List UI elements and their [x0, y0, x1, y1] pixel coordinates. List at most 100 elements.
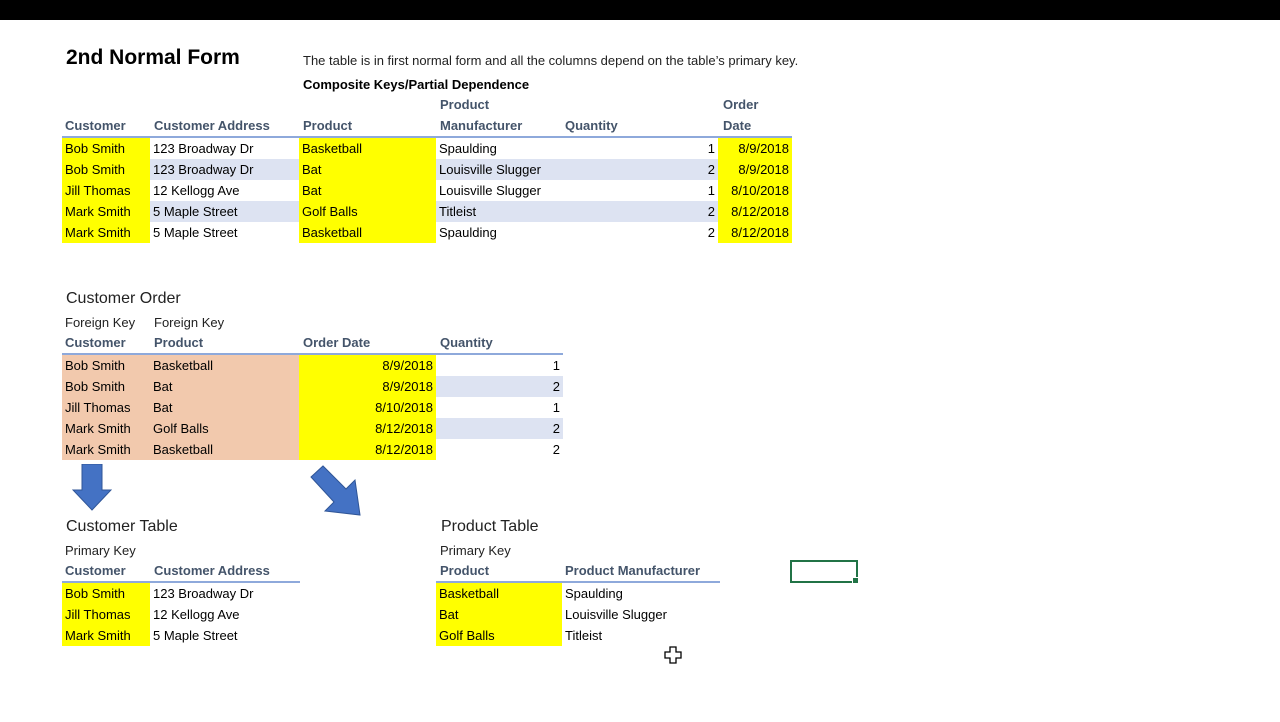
cell-manufacturer[interactable]: Louisville Slugger [562, 604, 720, 625]
header-order-date-line1: Order [723, 97, 759, 112]
cell-address[interactable]: 12 Kellogg Ave [150, 180, 299, 201]
table-row: Golf Balls Titleist [436, 625, 720, 646]
cell-quantity[interactable]: 2 [561, 201, 718, 222]
cell-product[interactable]: Golf Balls [299, 201, 436, 222]
primary-key-label-product: Primary Key [440, 543, 511, 558]
cell-customer[interactable]: Mark Smith [62, 222, 150, 243]
cell-manufacturer[interactable]: Titleist [436, 201, 561, 222]
co-header-quantity: Quantity [440, 335, 493, 350]
cell-customer[interactable]: Jill Thomas [62, 180, 150, 201]
pt-header-product: Product [440, 563, 490, 578]
ct-header-customer: Customer [65, 563, 126, 578]
table-row: Mark Smith 5 Maple Street Golf Balls Tit… [62, 201, 792, 222]
cell-product[interactable]: Bat [299, 180, 436, 201]
cell-manufacturer[interactable]: Spaulding [562, 583, 720, 604]
cell-product[interactable]: Bat [436, 604, 562, 625]
cell-manufacturer[interactable]: Louisville Slugger [436, 180, 561, 201]
foreign-key-label-customer: Foreign Key [65, 315, 136, 330]
cell-address[interactable]: 5 Maple Street [150, 222, 299, 243]
co-header-order-date: Order Date [303, 335, 371, 350]
cell-order-date[interactable]: 8/12/2018 [299, 439, 436, 460]
cell-quantity[interactable]: 2 [561, 159, 718, 180]
cell-product[interactable]: Basketball [299, 222, 436, 243]
subtitle: Composite Keys/Partial Dependence [303, 77, 530, 92]
cell-date[interactable]: 8/9/2018 [718, 159, 792, 180]
page-title: 2nd Normal Form [66, 46, 240, 69]
cell-customer[interactable]: Bob Smith [62, 159, 150, 180]
header-quantity: Quantity [565, 118, 618, 133]
cell-quantity[interactable]: 2 [561, 222, 718, 243]
cell-address[interactable]: 123 Broadway Dr [150, 138, 299, 159]
table-row: Bob Smith Bat 8/9/2018 2 [62, 376, 563, 397]
cell-manufacturer[interactable]: Spaulding [436, 222, 561, 243]
top-bar [0, 0, 1280, 20]
table-row: Jill Thomas 12 Kellogg Ave Bat Louisvill… [62, 180, 792, 201]
cell-manufacturer[interactable]: Titleist [562, 625, 720, 646]
table-row: Mark Smith 5 Maple Street Basketball Spa… [62, 222, 792, 243]
customer-table-title: Customer Table [66, 518, 178, 535]
pt-header-manufacturer: Product Manufacturer [565, 563, 701, 578]
product-table-title: Product Table [441, 518, 539, 535]
cell-order-date[interactable]: 8/12/2018 [299, 418, 436, 439]
cell-quantity[interactable]: 2 [436, 376, 563, 397]
cell-customer[interactable]: Mark Smith [62, 418, 150, 439]
cell-product[interactable]: Golf Balls [436, 625, 562, 646]
table-row: Jill Thomas Bat 8/10/2018 1 [62, 397, 563, 418]
header-product-manufacturer-line2: Manufacturer [440, 118, 523, 133]
header-customer: Customer [65, 118, 126, 133]
cell-order-date[interactable]: 8/9/2018 [299, 355, 436, 376]
cell-product[interactable]: Bat [299, 159, 436, 180]
cell-customer[interactable]: Jill Thomas [62, 397, 150, 418]
cell-manufacturer[interactable]: Louisville Slugger [436, 159, 561, 180]
header-customer-address: Customer Address [154, 118, 270, 133]
cell-address[interactable]: 12 Kellogg Ave [150, 604, 300, 625]
cell-address[interactable]: 5 Maple Street [150, 625, 300, 646]
cell-customer[interactable]: Jill Thomas [62, 604, 150, 625]
primary-key-label-customer: Primary Key [65, 543, 136, 558]
table-row: Mark Smith Golf Balls 8/12/2018 2 [62, 418, 563, 439]
cell-customer[interactable]: Bob Smith [62, 376, 150, 397]
cell-address[interactable]: 123 Broadway Dr [150, 159, 299, 180]
cell-product[interactable]: Basketball [150, 439, 299, 460]
cell-customer[interactable]: Mark Smith [62, 201, 150, 222]
table-row: Bob Smith Basketball 8/9/2018 1 [62, 355, 563, 376]
cell-manufacturer[interactable]: Spaulding [436, 138, 561, 159]
table-row: Bob Smith 123 Broadway Dr Basketball Spa… [62, 138, 792, 159]
cell-quantity[interactable]: 1 [436, 355, 563, 376]
fill-handle[interactable] [852, 577, 859, 584]
cell-product[interactable]: Basketball [299, 138, 436, 159]
foreign-key-label-product: Foreign Key [154, 315, 225, 330]
selected-cell[interactable] [790, 560, 859, 584]
cell-order-date[interactable]: 8/10/2018 [299, 397, 436, 418]
cell-date[interactable]: 8/9/2018 [718, 138, 792, 159]
table-row: Bob Smith 123 Broadway Dr Bat Louisville… [62, 159, 792, 180]
cell-quantity[interactable]: 1 [561, 138, 718, 159]
co-header-customer: Customer [65, 335, 126, 350]
table-row: Bob Smith 123 Broadway Dr [62, 583, 300, 604]
cell-date[interactable]: 8/10/2018 [718, 180, 792, 201]
co-header-product: Product [154, 335, 204, 350]
cell-quantity[interactable]: 1 [561, 180, 718, 201]
customer-order-title: Customer Order [66, 290, 181, 307]
cell-product[interactable]: Bat [150, 376, 299, 397]
cell-date[interactable]: 8/12/2018 [718, 201, 792, 222]
cell-order-date[interactable]: 8/9/2018 [299, 376, 436, 397]
cell-address[interactable]: 5 Maple Street [150, 201, 299, 222]
cell-customer[interactable]: Bob Smith [62, 138, 150, 159]
cell-product[interactable]: Golf Balls [150, 418, 299, 439]
cell-address[interactable]: 123 Broadway Dr [150, 583, 300, 604]
cell-customer[interactable]: Mark Smith [62, 439, 150, 460]
cell-customer[interactable]: Mark Smith [62, 625, 150, 646]
cell-product[interactable]: Basketball [436, 583, 562, 604]
cell-product[interactable]: Bat [150, 397, 299, 418]
cell-quantity[interactable]: 2 [436, 439, 563, 460]
table-row: Mark Smith 5 Maple Street [62, 625, 300, 646]
cell-customer[interactable]: Bob Smith [62, 583, 150, 604]
cell-quantity[interactable]: 1 [436, 397, 563, 418]
cell-quantity[interactable]: 2 [436, 418, 563, 439]
ct-header-address: Customer Address [154, 563, 270, 578]
cell-date[interactable]: 8/12/2018 [718, 222, 792, 243]
cell-cursor-icon [664, 646, 682, 664]
cell-product[interactable]: Basketball [150, 355, 299, 376]
cell-customer[interactable]: Bob Smith [62, 355, 150, 376]
